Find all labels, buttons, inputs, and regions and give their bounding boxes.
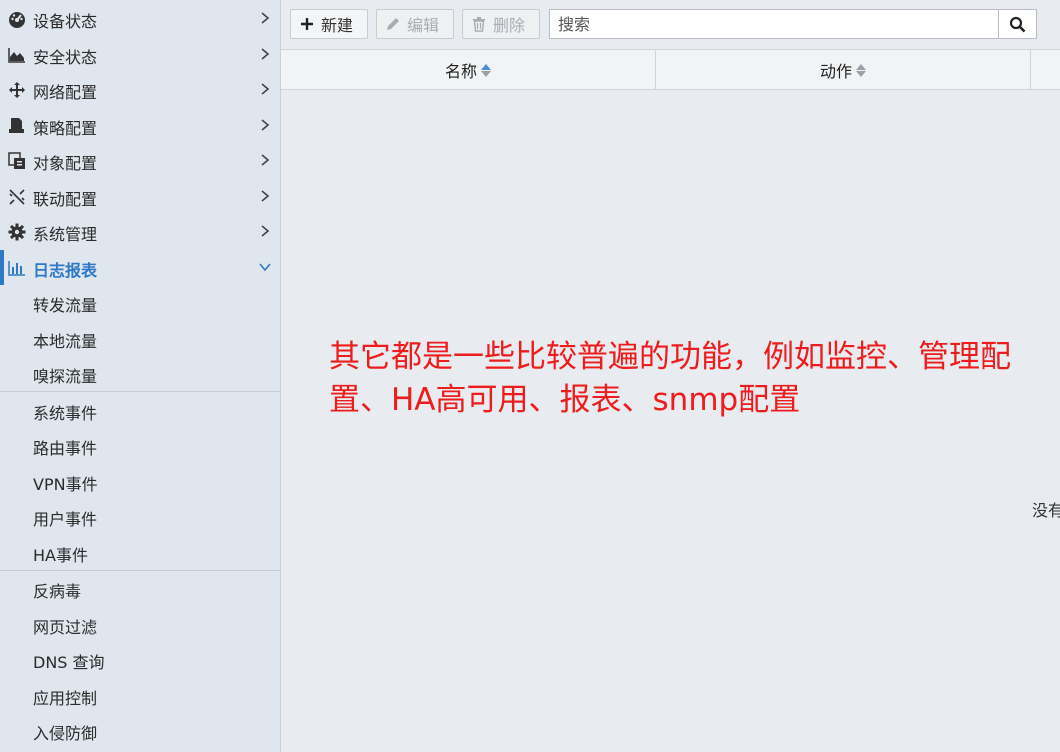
chevron-right-icon — [261, 154, 270, 166]
gear-icon — [8, 223, 26, 241]
sub-item-web-filter[interactable]: 网页过滤 — [0, 607, 280, 642]
sub-item-forward-traffic[interactable]: 转发流量 — [0, 285, 280, 320]
sub-item-sniffer-traffic[interactable]: 嗅探流量 — [0, 356, 280, 391]
sub-item-label: 应用控制 — [33, 689, 98, 708]
sub-item-local-traffic[interactable]: 本地流量 — [0, 321, 280, 356]
search-input[interactable] — [550, 10, 998, 38]
menu-label: 系统管理 — [33, 225, 98, 244]
sub-item-antivirus[interactable]: 反病毒 — [0, 571, 280, 606]
move-arrows-icon — [8, 81, 26, 99]
sub-item-label: HA事件 — [33, 546, 88, 565]
search-button[interactable] — [998, 10, 1036, 38]
menu-label: 联动配置 — [33, 190, 98, 209]
sub-item-label: 转发流量 — [33, 296, 98, 315]
menu-linkage-config[interactable]: 联动配置 — [0, 179, 280, 214]
menu-label: 安全状态 — [33, 48, 98, 67]
annotation-text: 其它都是一些比较普遍的功能，例如监控、管理配置、HA高可用、报表、snmp配置 — [329, 339, 1011, 418]
chevron-down-icon — [259, 263, 271, 272]
chevron-right-icon — [261, 190, 270, 202]
trash-icon — [471, 16, 487, 32]
object-copy-icon — [8, 152, 26, 170]
sort-icon — [481, 63, 491, 77]
menu-log-report[interactable]: 日志报表 — [0, 250, 280, 285]
sub-item-label: VPN事件 — [33, 475, 98, 494]
menu-system-management[interactable]: 系统管理 — [0, 214, 280, 249]
sub-item-label: 路由事件 — [33, 439, 98, 458]
table-header: 名称 动作 — [281, 49, 1060, 90]
sub-item-label: 网页过滤 — [33, 618, 98, 637]
sub-item-app-control[interactable]: 应用控制 — [0, 678, 280, 713]
sub-item-intrusion-prevention[interactable]: 入侵防御 — [0, 713, 280, 748]
sub-item-label: 系统事件 — [33, 404, 98, 423]
chevron-right-icon — [261, 225, 270, 237]
linkage-icon — [8, 188, 26, 206]
menu-network-config[interactable]: 网络配置 — [0, 72, 280, 107]
toolbar: 新建 编辑 删除 — [281, 0, 1060, 48]
sub-item-label: 入侵防御 — [33, 724, 98, 743]
search-box — [549, 9, 1037, 39]
column-header-action[interactable]: 动作 — [656, 50, 1031, 90]
menu-label: 策略配置 — [33, 119, 98, 138]
active-indicator — [0, 250, 4, 285]
document-stamp-icon — [8, 117, 26, 135]
sub-item-vpn-events[interactable]: VPN事件 — [0, 464, 280, 499]
new-button[interactable]: 新建 — [290, 9, 368, 39]
column-header-label: 名称 — [444, 62, 477, 81]
edit-button[interactable]: 编辑 — [376, 9, 454, 39]
menu-object-config[interactable]: 对象配置 — [0, 143, 280, 178]
menu-label: 对象配置 — [33, 154, 98, 173]
sort-icon — [856, 63, 866, 77]
area-chart-icon — [8, 46, 26, 64]
sub-item-label: 嗅探流量 — [33, 367, 98, 386]
sub-item-ha-events[interactable]: HA事件 — [0, 535, 280, 570]
dashboard-icon — [8, 10, 26, 28]
bar-chart-icon — [8, 259, 26, 277]
delete-button[interactable]: 删除 — [462, 9, 540, 39]
menu-security-status[interactable]: 安全状态 — [0, 37, 280, 72]
empty-table-message: 没有 — [1032, 501, 1060, 520]
sub-item-system-events[interactable]: 系统事件 — [0, 393, 280, 428]
edit-button-label: 编辑 — [407, 16, 440, 35]
delete-button-label: 删除 — [493, 16, 526, 35]
sub-item-label: 本地流量 — [33, 332, 98, 351]
chevron-right-icon — [261, 83, 270, 95]
table-body: 其它都是一些比较普遍的功能，例如监控、管理配置、HA高可用、报表、snmp配置 … — [281, 90, 1060, 752]
column-header-name[interactable]: 名称 — [281, 50, 656, 90]
menu-label: 网络配置 — [33, 83, 98, 102]
sidebar: 设备状态 安全状态 网络配置 策略配置 对象配置 联动配置 系统管理 日志报表 … — [0, 0, 281, 752]
chevron-right-icon — [261, 12, 270, 24]
sub-item-route-events[interactable]: 路由事件 — [0, 428, 280, 463]
menu-policy-config[interactable]: 策略配置 — [0, 108, 280, 143]
chevron-right-icon — [261, 48, 270, 60]
column-header-label: 动作 — [819, 62, 852, 81]
new-button-label: 新建 — [321, 16, 354, 35]
sub-item-label: DNS 查询 — [33, 653, 105, 672]
plus-icon — [299, 16, 315, 32]
sub-item-label: 反病毒 — [33, 582, 82, 601]
menu-label: 日志报表 — [33, 261, 98, 280]
sub-item-dns-query[interactable]: DNS 查询 — [0, 642, 280, 677]
menu-label: 设备状态 — [33, 12, 98, 31]
search-icon — [1009, 16, 1026, 32]
chevron-right-icon — [261, 119, 270, 131]
sub-item-user-events[interactable]: 用户事件 — [0, 499, 280, 534]
divider — [0, 391, 280, 392]
sub-item-label: 用户事件 — [33, 510, 98, 529]
menu-device-status[interactable]: 设备状态 — [0, 1, 280, 36]
pencil-icon — [385, 16, 401, 32]
